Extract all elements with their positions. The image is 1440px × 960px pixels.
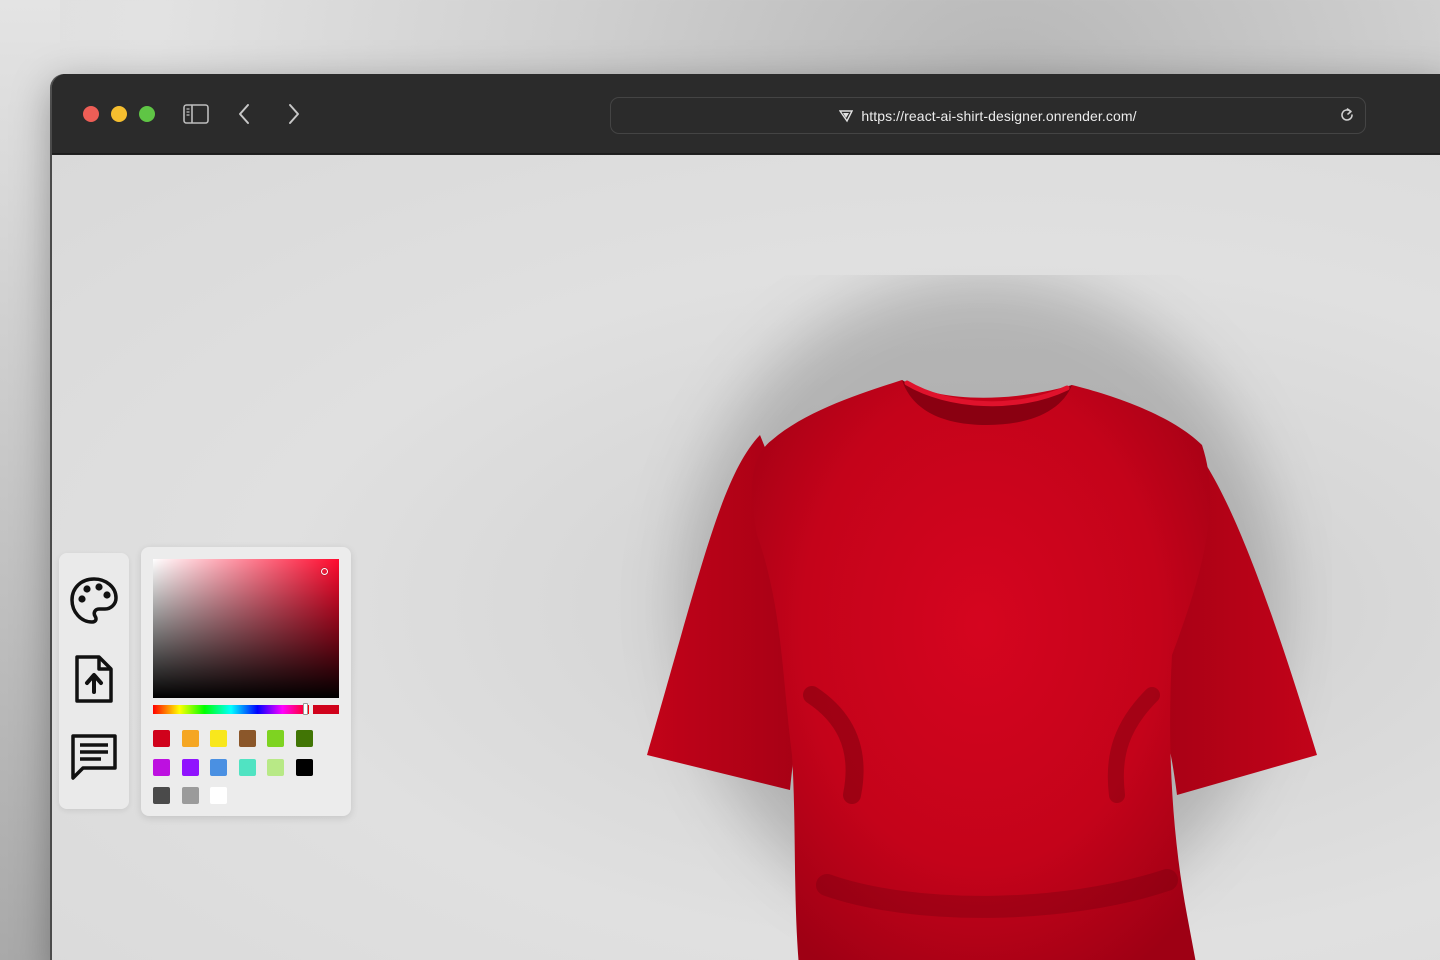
color-picker-panel bbox=[141, 547, 351, 816]
color-swatch[interactable] bbox=[296, 730, 313, 747]
page-viewport bbox=[52, 155, 1440, 960]
desktop-backdrop bbox=[0, 0, 60, 960]
file-upload-tab[interactable] bbox=[68, 653, 120, 705]
color-swatch[interactable] bbox=[210, 758, 228, 776]
reload-icon[interactable] bbox=[1339, 107, 1355, 128]
forward-button[interactable] bbox=[279, 100, 309, 128]
color-swatch[interactable] bbox=[238, 730, 256, 747]
color-swatch[interactable] bbox=[296, 758, 313, 776]
color-swatch[interactable] bbox=[210, 730, 228, 747]
zoom-window-button[interactable] bbox=[139, 106, 155, 122]
saturation-area[interactable] bbox=[153, 559, 339, 698]
close-window-button[interactable] bbox=[83, 106, 99, 122]
color-swatch[interactable] bbox=[153, 787, 170, 805]
browser-toolbar: https://react-ai-shirt-designer.onrender… bbox=[52, 74, 1440, 154]
color-swatch[interactable] bbox=[210, 787, 228, 805]
editor-tabs bbox=[59, 553, 129, 809]
hue-slider[interactable] bbox=[153, 705, 309, 714]
chevron-right-icon bbox=[289, 104, 299, 124]
color-swatch[interactable] bbox=[181, 758, 199, 776]
color-swatch[interactable] bbox=[267, 730, 285, 747]
chat-icon bbox=[71, 734, 117, 780]
back-button[interactable] bbox=[229, 100, 259, 128]
color-swatch[interactable] bbox=[181, 730, 199, 747]
site-favicon-icon bbox=[839, 109, 854, 123]
palette-icon bbox=[70, 577, 118, 624]
url-text: https://react-ai-shirt-designer.onrender… bbox=[861, 107, 1137, 124]
shirt-canvas[interactable] bbox=[612, 275, 1332, 960]
chevron-left-icon bbox=[239, 104, 249, 124]
color-swatch[interactable] bbox=[267, 758, 285, 776]
color-swatch[interactable] bbox=[181, 787, 199, 805]
file-upload-icon bbox=[75, 655, 113, 703]
hue-slider-handle[interactable] bbox=[303, 703, 308, 715]
tshirt-model bbox=[647, 275, 1317, 960]
color-swatch[interactable] bbox=[153, 758, 170, 776]
address-bar[interactable]: https://react-ai-shirt-designer.onrender… bbox=[610, 97, 1366, 134]
saturation-cursor[interactable] bbox=[321, 568, 328, 575]
color-preview bbox=[313, 705, 339, 714]
sidebar-toggle-icon[interactable] bbox=[181, 100, 211, 128]
ai-prompt-tab[interactable] bbox=[68, 731, 120, 783]
color-picker-tab[interactable] bbox=[68, 575, 120, 627]
color-swatch[interactable] bbox=[238, 758, 256, 776]
minimize-window-button[interactable] bbox=[111, 106, 127, 122]
color-swatch[interactable] bbox=[153, 730, 170, 747]
browser-window: https://react-ai-shirt-designer.onrender… bbox=[52, 74, 1440, 960]
